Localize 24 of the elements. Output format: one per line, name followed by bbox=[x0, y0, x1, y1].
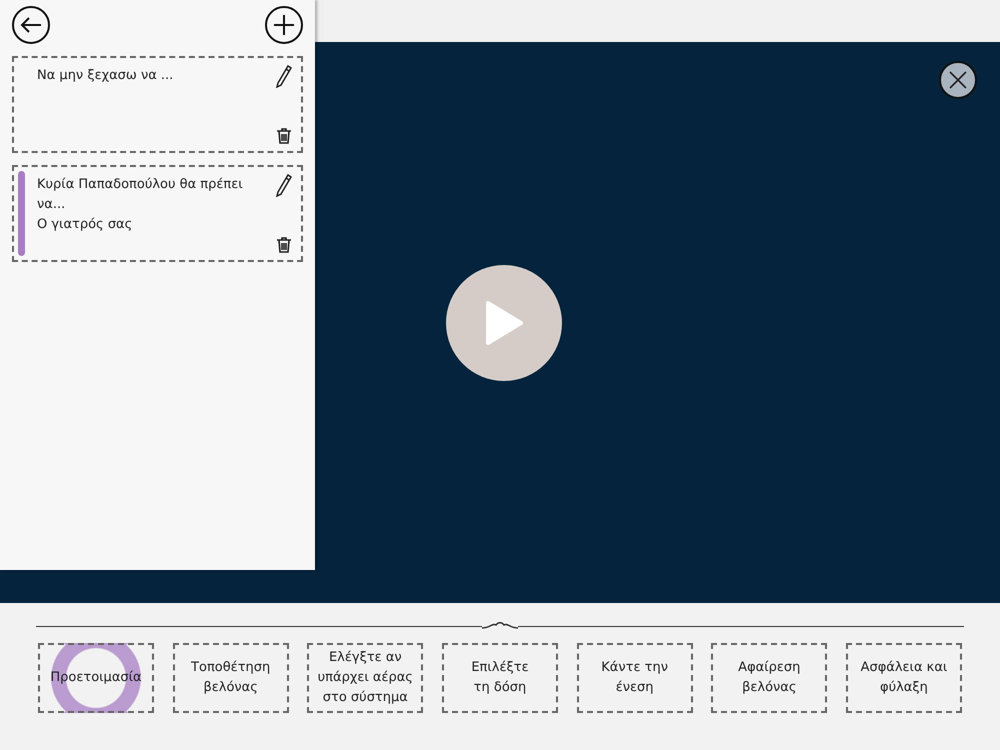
note-text: Κυρία Παπαδοπούλου θα πρέπει να... bbox=[37, 176, 244, 214]
pencil-icon[interactable] bbox=[275, 173, 293, 197]
step-button[interactable]: Κάντε την ένεση bbox=[576, 643, 693, 713]
back-button[interactable] bbox=[12, 6, 50, 44]
close-button[interactable] bbox=[939, 61, 977, 99]
note-text: Να μην ξεχασω να ... bbox=[37, 67, 174, 85]
add-button[interactable] bbox=[265, 6, 303, 44]
plus-icon bbox=[273, 14, 295, 36]
note-text: Ο γιατρός σας bbox=[37, 216, 134, 234]
trash-icon[interactable] bbox=[275, 236, 293, 254]
back-arrow-icon bbox=[20, 16, 42, 34]
note-card[interactable]: Κυρία Παπαδοπούλου θα πρέπει να... Ο γιατρός σας bbox=[12, 165, 303, 262]
note-card[interactable]: Να μην ξεχασω να ... bbox=[12, 56, 303, 153]
play-icon bbox=[484, 300, 524, 346]
step-button[interactable]: Τοποθέτηση βελόνας bbox=[172, 643, 289, 713]
step-button[interactable]: Προετοιμασία bbox=[38, 643, 154, 713]
close-icon bbox=[948, 70, 968, 90]
step-button[interactable]: Ασφάλεια και φύλαξη bbox=[846, 643, 962, 713]
step-button[interactable]: Ελέγξτε αν υπάρχει αέρας στο σύστημα bbox=[307, 643, 424, 713]
trash-icon[interactable] bbox=[275, 127, 293, 145]
step-button[interactable]: Επιλέξτε τη δόση bbox=[442, 643, 558, 713]
pencil-icon[interactable] bbox=[275, 64, 293, 88]
step-button[interactable]: Αφαίρεση βελόνας bbox=[711, 643, 828, 713]
ornament-icon bbox=[482, 621, 518, 631]
